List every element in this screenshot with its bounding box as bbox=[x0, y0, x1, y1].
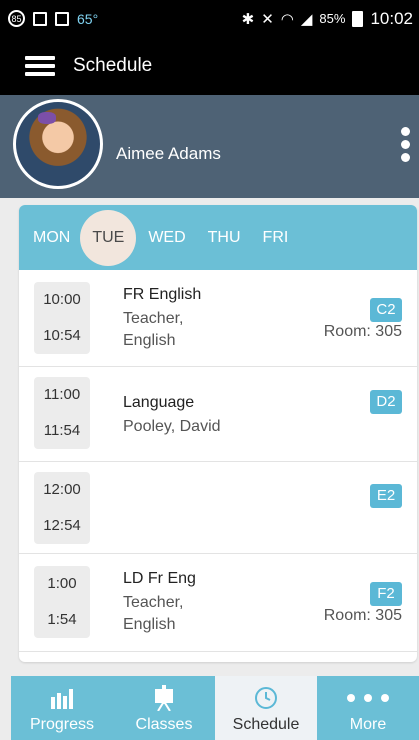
nav-progress-label: Progress bbox=[29, 716, 95, 733]
time-box: 10:00 10:54 bbox=[34, 282, 90, 354]
notification-count-badge: 85 bbox=[8, 10, 25, 27]
nav-more-label: More bbox=[349, 716, 387, 733]
status-bar: 85 65° ✱ ✕ ◠ ◢ 85% 10:02 bbox=[0, 0, 419, 37]
temperature-text: 65° bbox=[77, 10, 99, 27]
nav-schedule[interactable]: Schedule bbox=[215, 676, 317, 740]
bottom-nav: Progress Classes Schedule More bbox=[11, 676, 419, 740]
block-badge: F2 bbox=[370, 582, 402, 606]
schedule-row[interactable]: 1:00 1:54 LD Fr Eng Teacher, English F2 … bbox=[19, 554, 417, 652]
end-time: 12:54 bbox=[43, 517, 81, 534]
day-tab-mon[interactable]: MON bbox=[33, 229, 70, 247]
nav-schedule-label: Schedule bbox=[232, 716, 300, 733]
mute-icon: ✕ bbox=[261, 10, 274, 28]
start-time: 11:00 bbox=[43, 386, 81, 403]
page-title: Schedule bbox=[73, 55, 153, 76]
schedule-row[interactable]: 12:00 12:54 E2 bbox=[19, 462, 417, 554]
clock-icon bbox=[254, 684, 278, 712]
class-subject: LD Fr Eng bbox=[123, 570, 196, 587]
student-header: Aimee Adams bbox=[0, 95, 419, 198]
start-time: 10:00 bbox=[43, 291, 81, 308]
signal-icon: ◢ bbox=[300, 10, 313, 28]
block-badge: E2 bbox=[370, 484, 402, 508]
schedule-row[interactable]: 11:00 11:54 Language Pooley, David D2 bbox=[19, 367, 417, 462]
student-name: Aimee Adams bbox=[116, 144, 221, 163]
classes-icon bbox=[152, 684, 176, 712]
battery-percent: 85% bbox=[319, 11, 346, 26]
screenshot-icon bbox=[33, 11, 47, 26]
nav-classes[interactable]: Classes bbox=[113, 676, 215, 740]
app-bar: Schedule bbox=[0, 37, 419, 95]
block-badge: D2 bbox=[370, 390, 402, 414]
status-time: 10:02 bbox=[370, 8, 413, 28]
teacher-line-1: Teacher, bbox=[123, 594, 184, 611]
day-tab-thu[interactable]: THU bbox=[208, 229, 241, 247]
teacher-line-1: Teacher, bbox=[123, 310, 184, 327]
time-box: 11:00 11:54 bbox=[34, 377, 90, 449]
start-time: 12:00 bbox=[43, 481, 81, 498]
avatar[interactable] bbox=[13, 99, 103, 189]
teacher-line-2: English bbox=[123, 332, 176, 349]
room-label: Room: 305 bbox=[323, 607, 402, 624]
image-icon bbox=[55, 11, 69, 26]
end-time: 1:54 bbox=[47, 611, 77, 628]
nav-progress[interactable]: Progress bbox=[11, 676, 113, 740]
schedule-row[interactable]: 10:00 10:54 FR English Teacher, English … bbox=[19, 270, 417, 367]
battery-icon bbox=[352, 10, 364, 27]
end-time: 11:54 bbox=[43, 422, 81, 439]
more-dots-icon bbox=[346, 684, 390, 712]
nav-classes-label: Classes bbox=[135, 716, 193, 733]
start-time: 1:00 bbox=[47, 575, 77, 592]
teacher-line-2: English bbox=[123, 616, 176, 633]
nav-more[interactable]: More bbox=[317, 676, 419, 740]
block-badge: C2 bbox=[370, 298, 402, 322]
class-subject: FR English bbox=[123, 286, 202, 303]
day-tab-fri[interactable]: FRI bbox=[263, 229, 289, 247]
bluetooth-icon: ✱ bbox=[241, 10, 255, 28]
teacher-line-1: Pooley, David bbox=[123, 418, 221, 435]
wifi-icon: ◠ bbox=[280, 10, 294, 28]
room-label: Room: 305 bbox=[323, 323, 402, 340]
day-tab-tue[interactable]: TUE bbox=[80, 209, 137, 266]
progress-icon bbox=[50, 684, 74, 712]
kebab-menu-icon[interactable] bbox=[401, 127, 413, 166]
time-box: 1:00 1:54 bbox=[34, 566, 90, 638]
schedule-card: MON TUE WED THU FRI 10:00 10:54 FR Engli… bbox=[19, 205, 417, 662]
menu-icon[interactable] bbox=[25, 52, 55, 80]
day-tab-wed[interactable]: WED bbox=[148, 229, 185, 247]
day-selector: MON TUE WED THU FRI bbox=[19, 205, 417, 270]
class-subject: Language bbox=[123, 394, 195, 411]
end-time: 10:54 bbox=[43, 327, 81, 344]
time-box: 12:00 12:54 bbox=[34, 472, 90, 544]
